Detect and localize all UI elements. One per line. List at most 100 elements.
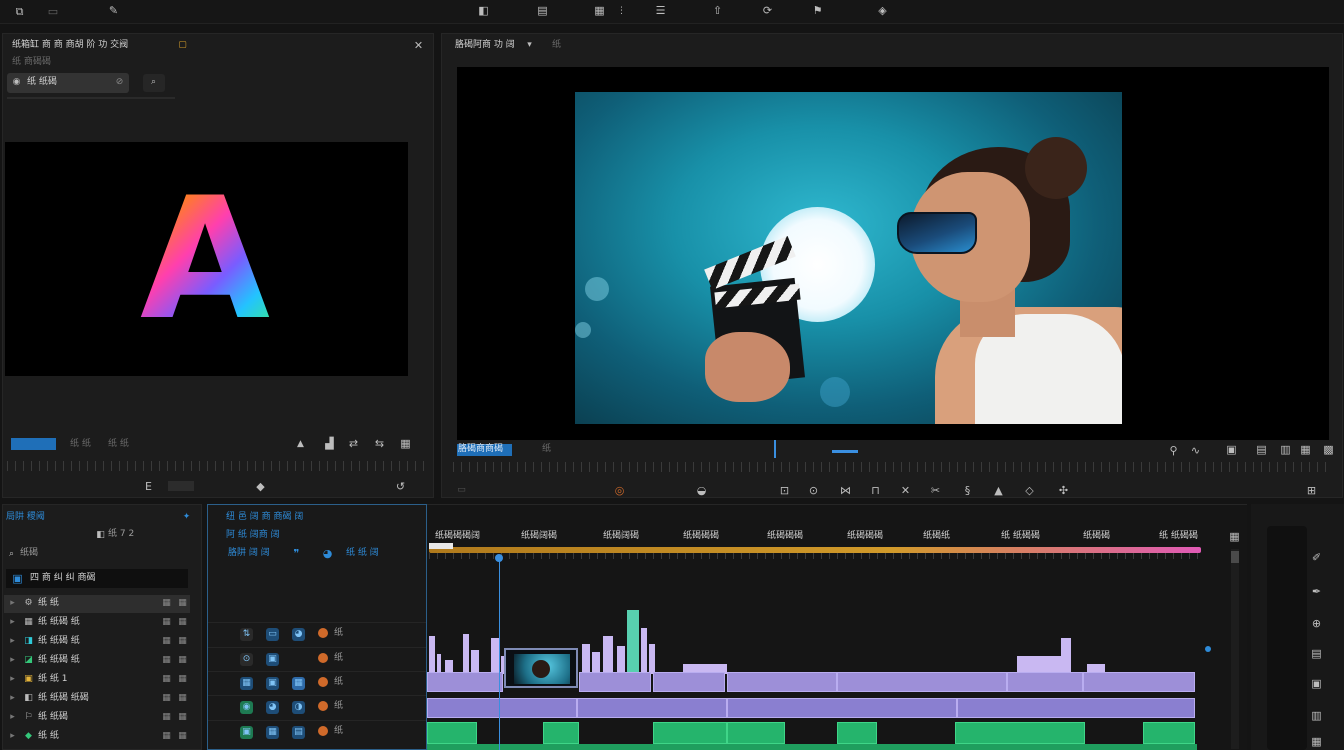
source-timecode-badge[interactable] bbox=[11, 438, 56, 450]
add-button-icon[interactable]: ⊞ bbox=[1306, 485, 1317, 496]
source-zoom-control[interactable] bbox=[168, 481, 194, 491]
project-list-item[interactable]: ▸ ◪ 纸 纸碣 纸 ▦ ▦ bbox=[4, 652, 190, 670]
project-list-item[interactable]: ▸ ◨ 纸 纸碣 纸 ▦ ▦ bbox=[4, 633, 190, 651]
loop-icon[interactable]: ↺ bbox=[395, 481, 406, 492]
program-footer-left-icon[interactable]: ▭ bbox=[457, 486, 466, 495]
project-panel-title[interactable]: 局阱 稷阈 bbox=[6, 512, 45, 523]
project-search-label[interactable]: 纸碣 bbox=[20, 548, 38, 559]
upload-icon[interactable]: ⇧ bbox=[712, 5, 723, 16]
source-scroll-track[interactable] bbox=[7, 97, 175, 99]
project-list-item[interactable]: ▸ ⚙ 纸 纸 ▦ ▦ bbox=[4, 595, 190, 613]
refresh-icon[interactable]: ⟳ bbox=[762, 5, 773, 16]
track-record-icon[interactable] bbox=[318, 677, 328, 687]
ripple-icon[interactable]: § bbox=[962, 485, 973, 496]
export-frame-icon[interactable]: ⇆ bbox=[374, 438, 385, 449]
source-ruler[interactable] bbox=[7, 461, 424, 471]
item-bin-icon[interactable]: ▦ bbox=[162, 694, 171, 703]
camera-icon[interactable]: ◒ bbox=[696, 485, 707, 496]
track-toggle-button[interactable]: ▣ bbox=[240, 726, 253, 739]
video-clip[interactable] bbox=[427, 672, 503, 692]
overwrite-icon[interactable]: ⇄ bbox=[348, 438, 359, 449]
small-arrow-icon[interactable]: ⋮ bbox=[617, 7, 626, 16]
project-folder-row[interactable]: ▣ 四 商 纠 纠 商碣 bbox=[6, 569, 188, 588]
track-toggle-button[interactable]: ◕ bbox=[292, 628, 305, 641]
video-clip[interactable] bbox=[837, 672, 1007, 692]
wave-icon[interactable]: ∿ bbox=[1190, 445, 1201, 456]
timeline-ruler[interactable] bbox=[429, 553, 1201, 559]
track-toggle-button[interactable]: ◕ bbox=[266, 701, 279, 714]
slip-tool-icon[interactable]: ▥ bbox=[1311, 710, 1322, 721]
audio-clip[interactable] bbox=[1143, 722, 1195, 744]
audio-clip[interactable] bbox=[727, 722, 785, 744]
razor-icon[interactable]: ✂ bbox=[930, 485, 941, 496]
item-options-icon[interactable]: ▦ bbox=[178, 599, 187, 608]
audio-clip[interactable] bbox=[653, 722, 727, 744]
program-video-view[interactable] bbox=[457, 67, 1329, 440]
video-clip[interactable] bbox=[727, 672, 837, 692]
edit-icon[interactable]: ✎ bbox=[108, 5, 119, 16]
clipboard-icon[interactable]: ▤ bbox=[537, 5, 548, 16]
video-clip[interactable] bbox=[727, 698, 957, 718]
project-list-item[interactable]: ▸ ◆ 纸 纸 ▦ ▦ bbox=[4, 728, 190, 746]
sequence-title[interactable]: 纽 邑 阔 商 商碣 阔 bbox=[226, 512, 303, 523]
program-in-out-marker[interactable] bbox=[832, 450, 858, 453]
timeline-settings-icon[interactable]: ▦ bbox=[1229, 531, 1240, 542]
track-toggle-button[interactable]: ⇅ bbox=[240, 628, 253, 641]
close-icon[interactable]: ✕ bbox=[413, 40, 424, 51]
track-toggle-button[interactable]: ▦ bbox=[240, 677, 253, 690]
project-list-item[interactable]: ▸ ▣ 纸 纸 1 ▦ ▦ bbox=[4, 671, 190, 689]
item-options-icon[interactable]: ▦ bbox=[178, 694, 187, 703]
item-options-icon[interactable]: ▦ bbox=[178, 656, 187, 665]
menu-icon[interactable]: ▭ bbox=[36, 6, 70, 17]
track-record-icon[interactable] bbox=[318, 628, 328, 638]
video-clip[interactable] bbox=[653, 672, 725, 692]
video-clip[interactable] bbox=[579, 672, 651, 692]
scrollbar-thumb[interactable] bbox=[1231, 551, 1239, 563]
video-clip[interactable] bbox=[957, 698, 1195, 718]
linked-selection-icon[interactable]: ◕ bbox=[322, 548, 333, 559]
hand-tool-icon[interactable]: ⊕ bbox=[1311, 618, 1322, 629]
project-panel-menu-icon[interactable]: ✦ bbox=[182, 513, 191, 522]
settings-icon[interactable]: ▦ bbox=[400, 438, 411, 449]
compare-icon[interactable]: ◇ bbox=[1024, 485, 1035, 496]
timeline-playhead-handle[interactable] bbox=[495, 554, 503, 562]
grid-icon[interactable]: ▣ bbox=[1226, 444, 1237, 455]
crop-tool-icon[interactable]: ▣ bbox=[1311, 678, 1322, 689]
tag-icon[interactable]: ◈ bbox=[877, 5, 888, 16]
snap-icon[interactable]: ❞ bbox=[291, 548, 302, 559]
video-clip[interactable] bbox=[427, 698, 577, 718]
program-dropdown-icon[interactable]: ▾ bbox=[525, 41, 534, 50]
program-ruler[interactable] bbox=[453, 462, 1333, 472]
track-toggle-button[interactable]: ◉ bbox=[240, 701, 253, 714]
program-timecode-badge[interactable]: 胳碣商商碣 bbox=[457, 444, 512, 456]
program-tab-extra[interactable]: 纸 bbox=[552, 40, 561, 51]
project-search-icon[interactable]: ⌕ bbox=[7, 550, 16, 559]
pen-tool-icon[interactable]: ✒ bbox=[1311, 586, 1322, 597]
project-list-item[interactable]: ▸ ⚐ 纸 纸碣 ▦ ▦ bbox=[4, 709, 190, 727]
play-icon[interactable]: ◆ bbox=[255, 481, 266, 492]
panel-icon[interactable]: ▩ bbox=[1323, 444, 1334, 455]
expand-icon[interactable]: ▸ bbox=[8, 618, 17, 627]
source-search-input[interactable]: ◉ 纸 纸碣 ⊘ bbox=[7, 73, 129, 93]
expand-icon[interactable]: ▸ bbox=[8, 599, 17, 608]
page-icon[interactable]: ▤ bbox=[1256, 444, 1267, 455]
video-clip[interactable] bbox=[1007, 672, 1083, 692]
track-toggle-button[interactable]: ⊙ bbox=[240, 653, 253, 666]
timeline-panel[interactable]: 纸碣碣碣阔 纸碣阔碣 纸碣阔碣 纸碣碣碣 纸碣碣碣 纸碣碣碣 纸碣纸 纸 纸碣碣 纸碣碣 纸 纸碣… bbox=[427, 504, 1247, 750]
timeline-end-marker[interactable] bbox=[1205, 646, 1211, 652]
track-record-icon[interactable] bbox=[318, 653, 328, 663]
zoom-icon[interactable]: ⚲ bbox=[1168, 445, 1179, 456]
audio-clip[interactable] bbox=[837, 722, 877, 744]
video-clip[interactable] bbox=[577, 698, 727, 718]
expand-icon[interactable]: ▸ bbox=[8, 694, 17, 703]
mark-in-icon[interactable]: E bbox=[143, 481, 154, 492]
timeline-in-point[interactable] bbox=[429, 543, 453, 549]
item-options-icon[interactable]: ▦ bbox=[178, 713, 187, 722]
extract-icon[interactable]: ⊓ bbox=[870, 485, 881, 496]
expand-icon[interactable]: ▸ bbox=[8, 637, 17, 646]
item-options-icon[interactable]: ▦ bbox=[178, 675, 187, 684]
program-playhead[interactable] bbox=[774, 440, 776, 458]
audio-clip[interactable] bbox=[955, 722, 1085, 744]
columns-icon[interactable]: ▥ bbox=[1280, 444, 1291, 455]
folder-icon[interactable]: ◧ bbox=[478, 5, 489, 16]
